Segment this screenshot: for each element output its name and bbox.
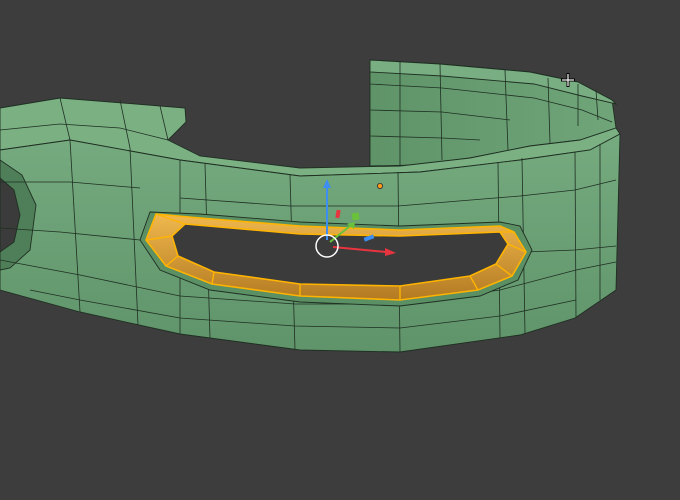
3d-viewport[interactable] — [0, 0, 680, 500]
viewport-canvas[interactable] — [0, 0, 680, 500]
gizmo-yz-plane-handle[interactable] — [351, 212, 360, 221]
object-origin-dot[interactable] — [376, 182, 383, 189]
